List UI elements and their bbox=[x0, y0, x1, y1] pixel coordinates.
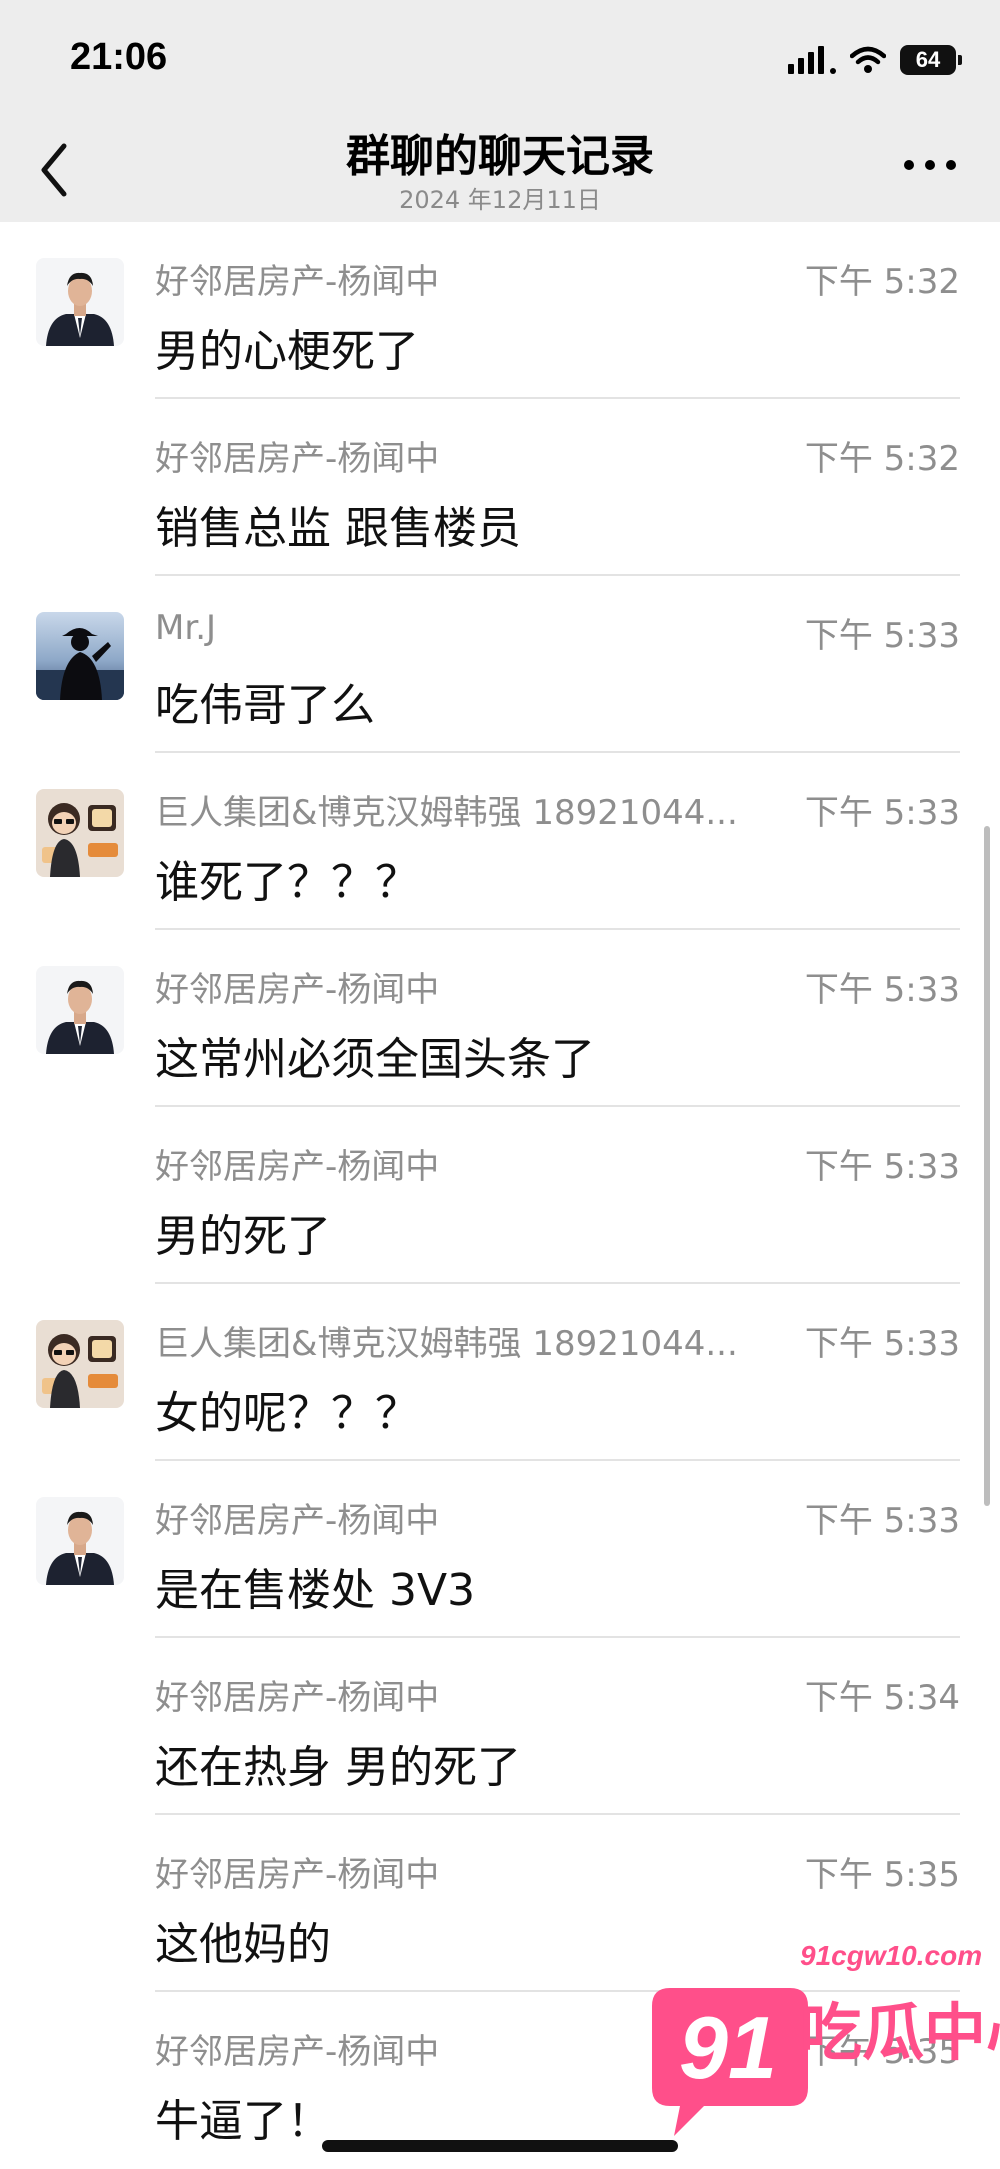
message-text: 这他妈的 bbox=[155, 1919, 331, 1970]
sender-name: 好邻居房产-杨闻中 bbox=[155, 262, 440, 302]
avatar-suit-man[interactable] bbox=[36, 258, 124, 346]
chat-message[interactable]: 好邻居房产-杨闻中 下午 5:34 还在热身 男的死了 bbox=[0, 1638, 1000, 1815]
message-time: 下午 5:34 bbox=[804, 1678, 960, 1718]
scrollbar[interactable] bbox=[984, 826, 990, 1506]
avatar-silhouette[interactable] bbox=[36, 612, 124, 700]
chat-message[interactable]: 巨人集团&博克汉姆韩强 18921044... 下午 5:33 谁死了？？？ bbox=[0, 753, 1000, 930]
message-time: 下午 5:33 bbox=[804, 616, 960, 656]
cellular-signal-icon bbox=[788, 46, 836, 74]
chat-message[interactable]: 好邻居房产-杨闻中 下午 5:33 男的死了 bbox=[0, 1107, 1000, 1284]
message-time: 下午 5:32 bbox=[804, 439, 960, 479]
battery-icon: 64 bbox=[900, 45, 962, 75]
message-time: 下午 5:32 bbox=[804, 262, 960, 302]
status-time: 21:06 bbox=[70, 36, 168, 78]
page-date: 2024 年12月11日 bbox=[399, 186, 601, 214]
message-text: 吃伟哥了么 bbox=[155, 680, 375, 731]
chat-message[interactable]: 好邻居房产-杨闻中 下午 5:32 男的心梗死了 bbox=[0, 222, 1000, 399]
chat-message[interactable]: 好邻居房产-杨闻中 下午 5:33 是在售楼处 3V3 bbox=[0, 1461, 1000, 1638]
sender-name: 好邻居房产-杨闻中 bbox=[155, 1147, 440, 1187]
avatar-suit-man[interactable] bbox=[36, 966, 124, 1054]
message-text: 女的呢？？？ bbox=[155, 1388, 419, 1439]
message-text: 是在售楼处 3V3 bbox=[155, 1565, 476, 1616]
header: 21:06 64 群聊的聊天记录 2024 年12月11日 bbox=[0, 0, 1000, 222]
watermark-url: 91cgw10.com bbox=[800, 1940, 983, 1971]
message-text: 牛逼了！ bbox=[155, 2096, 331, 2147]
home-indicator[interactable] bbox=[322, 2140, 678, 2152]
sender-name: 巨人集团&博克汉姆韩强 18921044... bbox=[155, 793, 738, 833]
message-time: 下午 5:33 bbox=[804, 970, 960, 1010]
message-text: 谁死了？？？ bbox=[155, 857, 419, 908]
message-text: 还在热身 男的死了 bbox=[155, 1742, 521, 1793]
watermark-name: 吃瓜中心 bbox=[800, 1996, 1000, 2069]
avatar-cartoon[interactable] bbox=[36, 1320, 124, 1408]
sender-name: 好邻居房产-杨闻中 bbox=[155, 1678, 440, 1718]
chat-list: 好邻居房产-杨闻中 下午 5:32 男的心梗死了 好邻居房产-杨闻中 下午 5:… bbox=[0, 222, 1000, 2169]
message-time: 下午 5:33 bbox=[804, 793, 960, 833]
page-title: 群聊的聊天记录 bbox=[346, 131, 654, 182]
chat-message[interactable]: 好邻居房产-杨闻中 下午 5:32 销售总监 跟售楼员 bbox=[0, 399, 1000, 576]
avatar-suit-man[interactable] bbox=[36, 1497, 124, 1585]
sender-name: 巨人集团&博克汉姆韩强 18921044... bbox=[155, 1324, 738, 1364]
more-icon[interactable] bbox=[904, 160, 956, 170]
message-time: 下午 5:33 bbox=[804, 1501, 960, 1541]
chat-message[interactable]: Mr.J 下午 5:33 吃伟哥了么 bbox=[0, 576, 1000, 753]
message-text: 这常州必须全国头条了 bbox=[155, 1034, 595, 1085]
message-text: 销售总监 跟售楼员 bbox=[155, 503, 521, 554]
chat-message[interactable]: 巨人集团&博克汉姆韩强 18921044... 下午 5:33 女的呢？？？ bbox=[0, 1284, 1000, 1461]
chat-message[interactable]: 好邻居房产-杨闻中 下午 5:33 这常州必须全国头条了 bbox=[0, 930, 1000, 1107]
wifi-icon bbox=[850, 46, 886, 73]
sender-name: 好邻居房产-杨闻中 bbox=[155, 439, 440, 479]
avatar-cartoon[interactable] bbox=[36, 789, 124, 877]
sender-name: 好邻居房产-杨闻中 bbox=[155, 1501, 440, 1541]
sender-name: 好邻居房产-杨闻中 bbox=[155, 970, 440, 1010]
message-time: 下午 5:33 bbox=[804, 1147, 960, 1187]
message-time: 下午 5:33 bbox=[804, 1324, 960, 1364]
status-icons: 64 bbox=[788, 40, 962, 80]
message-time: 下午 5:35 bbox=[804, 1855, 960, 1895]
message-text: 男的死了 bbox=[155, 1211, 331, 1262]
message-text: 男的心梗死了 bbox=[155, 326, 419, 377]
sender-name: 好邻居房产-杨闻中 bbox=[155, 1855, 440, 1895]
sender-name: Mr.J bbox=[155, 608, 217, 648]
watermark-number: 91 bbox=[679, 1998, 777, 2097]
